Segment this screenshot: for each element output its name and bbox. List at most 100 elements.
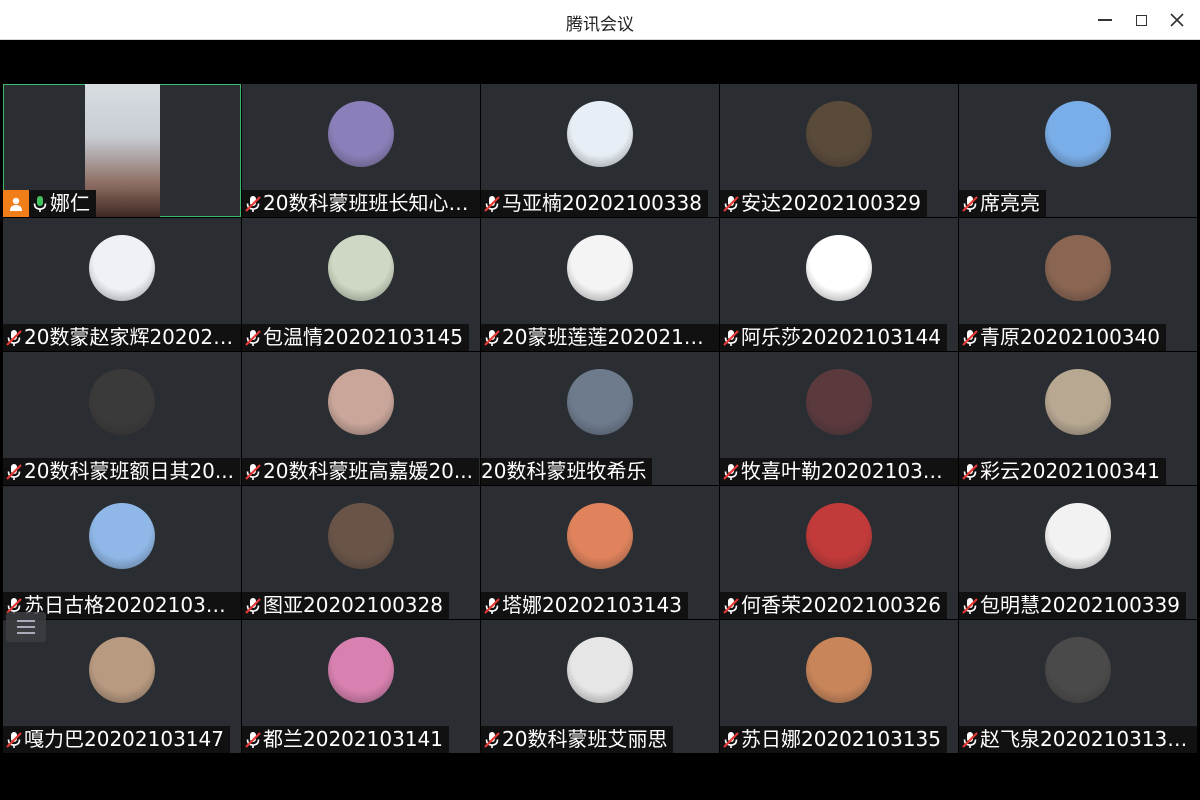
participant-tile[interactable]: 20数科蒙班额日其20...	[3, 352, 241, 485]
name-label: 20数科蒙班高嘉媛20...	[242, 458, 479, 485]
participant-name: 苏日娜20202103135	[741, 727, 941, 751]
mic-muted-icon	[960, 462, 980, 482]
name-label: 席亮亮	[959, 190, 1046, 217]
top-black-bar	[3, 40, 1197, 84]
mic-on-icon	[30, 194, 50, 214]
avatar	[328, 235, 394, 301]
avatar	[1045, 503, 1111, 569]
participant-name: 嘎力巴20202103147	[24, 727, 224, 751]
mic-muted-icon	[960, 194, 980, 214]
name-label: 苏日娜20202103135	[720, 726, 947, 753]
participant-tile[interactable]: 20蒙班莲莲2020210...	[481, 218, 719, 351]
minimize-icon	[1098, 19, 1112, 21]
participant-tile[interactable]: 牧喜叶勒20202103130	[720, 352, 958, 485]
participant-tile[interactable]: 席亮亮	[959, 84, 1197, 217]
participant-tile[interactable]: 彩云20202100341	[959, 352, 1197, 485]
participant-tile[interactable]: 20数科蒙班艾丽思	[481, 620, 719, 753]
participant-tile[interactable]: 赵飞泉20202103133...	[959, 620, 1197, 753]
avatar	[328, 503, 394, 569]
mic-muted-icon	[721, 194, 741, 214]
name-label: 20蒙班莲莲2020210...	[481, 324, 719, 351]
participant-tile[interactable]: 阿乐莎20202103144	[720, 218, 958, 351]
host-icon	[3, 190, 29, 217]
participant-grid: 娜仁 20数科蒙班班长知心2... 马亚楠20202100338 安达20202100…	[3, 84, 1199, 754]
participant-name: 席亮亮	[980, 191, 1040, 215]
side-toolbar-toggle[interactable]	[6, 612, 46, 642]
participant-tile[interactable]: 20数科蒙班班长知心2...	[242, 84, 480, 217]
name-label: 娜仁	[3, 190, 96, 217]
participant-name: 20数蒙赵家辉202021...	[24, 325, 235, 349]
name-label: 青原20202100340	[959, 324, 1166, 351]
participant-name: 包明慧20202100339	[980, 593, 1180, 617]
mic-muted-icon	[243, 596, 263, 616]
avatar	[89, 637, 155, 703]
mic-muted-icon	[243, 462, 263, 482]
mic-muted-icon	[482, 730, 502, 750]
participant-name: 包温情20202103145	[263, 325, 463, 349]
avatar	[567, 101, 633, 167]
participant-name: 图亚20202100328	[263, 593, 443, 617]
name-label: 20数科蒙班额日其20...	[3, 458, 240, 485]
participant-tile[interactable]: 娜仁	[3, 84, 241, 217]
mic-muted-icon	[482, 596, 502, 616]
avatar	[89, 235, 155, 301]
avatar	[806, 235, 872, 301]
mic-muted-icon	[482, 194, 502, 214]
participant-tile[interactable]: 20数科蒙班牧希乐	[481, 352, 719, 485]
participant-video	[85, 84, 160, 217]
maximize-button[interactable]	[1128, 8, 1154, 32]
name-label: 20数科蒙班艾丽思	[481, 726, 674, 753]
minimize-button[interactable]	[1092, 8, 1118, 32]
avatar	[806, 503, 872, 569]
participant-tile[interactable]: 20数蒙赵家辉202021...	[3, 218, 241, 351]
mic-muted-icon	[243, 730, 263, 750]
participant-tile[interactable]: 青原20202100340	[959, 218, 1197, 351]
bottom-black-bar	[3, 754, 1197, 800]
mic-muted-icon	[4, 462, 24, 482]
participant-name: 20数科蒙班牧希乐	[481, 459, 647, 483]
close-button[interactable]	[1164, 8, 1190, 32]
participant-name: 安达20202100329	[741, 191, 921, 215]
participant-name: 彩云20202100341	[980, 459, 1160, 483]
name-label: 彩云20202100341	[959, 458, 1166, 485]
mic-muted-icon	[4, 730, 24, 750]
name-label: 包明慧20202100339	[959, 592, 1186, 619]
participant-name: 马亚楠20202100338	[502, 191, 702, 215]
menu-icon-line	[17, 620, 35, 622]
participant-name: 苏日古格20202103134	[24, 593, 235, 617]
avatar	[567, 369, 633, 435]
name-label: 图亚20202100328	[242, 592, 449, 619]
maximize-icon	[1135, 14, 1147, 26]
participant-tile[interactable]: 都兰20202103141	[242, 620, 480, 753]
participant-tile[interactable]: 20数科蒙班高嘉媛20...	[242, 352, 480, 485]
participant-name: 塔娜20202103143	[502, 593, 682, 617]
participant-name: 20数科蒙班高嘉媛20...	[263, 459, 473, 483]
participant-tile[interactable]: 苏日娜20202103135	[720, 620, 958, 753]
name-label: 塔娜20202103143	[481, 592, 688, 619]
participant-name: 赵飞泉20202103133...	[980, 727, 1191, 751]
name-label: 包温情20202103145	[242, 324, 469, 351]
participant-name: 都兰20202103141	[263, 727, 443, 751]
mic-muted-icon	[243, 328, 263, 348]
name-label: 20数科蒙班牧希乐	[481, 458, 653, 485]
participant-tile[interactable]: 安达20202100329	[720, 84, 958, 217]
avatar	[567, 637, 633, 703]
mic-muted-icon	[960, 730, 980, 750]
avatar	[806, 637, 872, 703]
participant-tile[interactable]: 图亚20202100328	[242, 486, 480, 619]
participant-name: 牧喜叶勒20202103130	[741, 459, 952, 483]
name-label: 阿乐莎20202103144	[720, 324, 947, 351]
participant-tile[interactable]: 包明慧20202100339	[959, 486, 1197, 619]
participant-tile[interactable]: 何香荣20202100326	[720, 486, 958, 619]
participant-tile[interactable]: 苏日古格20202103134	[3, 486, 241, 619]
avatar	[806, 101, 872, 167]
participant-tile[interactable]: 塔娜20202103143	[481, 486, 719, 619]
participant-tile[interactable]: 马亚楠20202100338	[481, 84, 719, 217]
participant-tile[interactable]: 包温情20202103145	[242, 218, 480, 351]
name-label: 马亚楠20202100338	[481, 190, 708, 217]
participant-name: 20蒙班莲莲2020210...	[502, 325, 713, 349]
avatar	[89, 369, 155, 435]
avatar	[89, 503, 155, 569]
avatar	[806, 369, 872, 435]
avatar	[1045, 235, 1111, 301]
